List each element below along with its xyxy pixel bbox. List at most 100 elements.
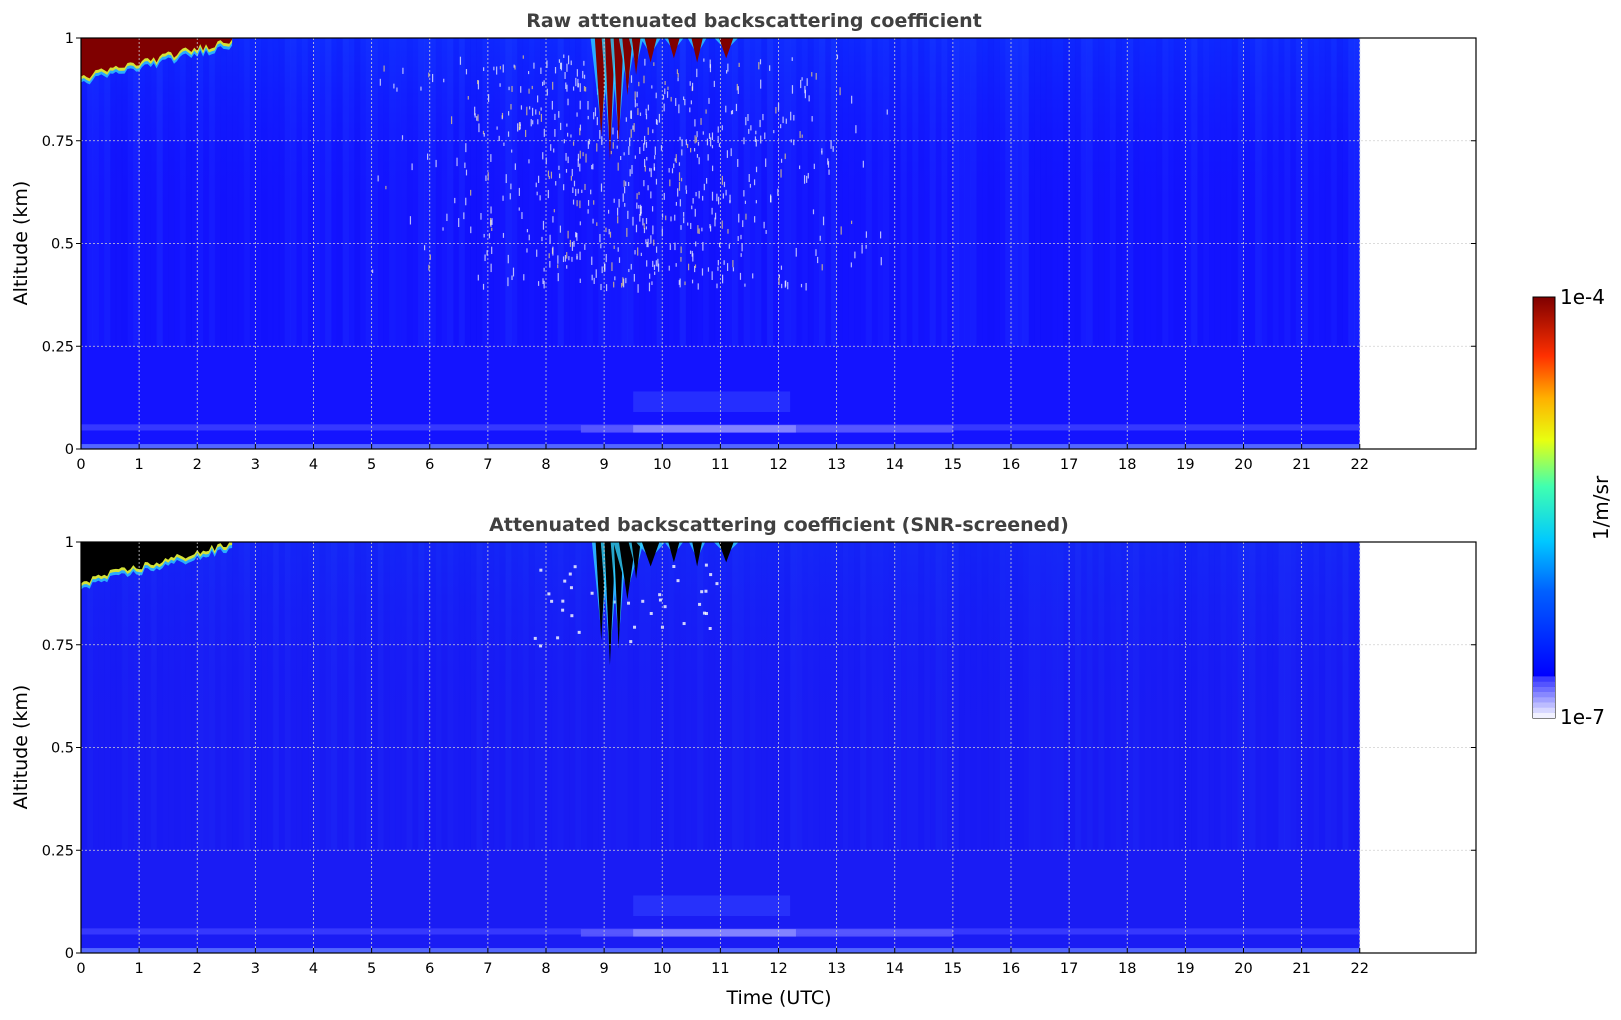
noise-speckle xyxy=(579,150,581,159)
noise-speckle xyxy=(532,120,534,125)
noise-speckle xyxy=(681,149,683,156)
noise-speckle xyxy=(706,138,709,146)
noise-speckle xyxy=(572,141,575,146)
heatmap-column xyxy=(1313,38,1319,346)
noise-speckle xyxy=(691,279,694,284)
heatmap-column xyxy=(952,38,960,347)
heatmap-column xyxy=(1121,542,1128,851)
noise-speckle xyxy=(443,78,445,83)
noise-speckle xyxy=(491,246,493,255)
noise-speckle xyxy=(379,78,381,86)
y-tick-label: 0.75 xyxy=(42,134,74,150)
noise-speckle xyxy=(793,114,795,121)
noise-speckle xyxy=(689,107,691,113)
x-tick-label: 10 xyxy=(653,961,671,977)
noise-speckle xyxy=(638,205,640,209)
noise-speckle xyxy=(749,183,751,188)
heatmap-column xyxy=(1046,542,1052,850)
noise-speckle xyxy=(643,180,645,187)
noise-speckle xyxy=(599,129,601,139)
heatmap-column xyxy=(1081,542,1087,850)
noise-speckle xyxy=(715,582,719,586)
noise-speckle xyxy=(470,189,472,196)
colorbar: 1e-4 1e-7 1/m/sr xyxy=(1532,285,1613,729)
noise-speckle xyxy=(738,213,740,223)
noise-speckle xyxy=(708,97,710,104)
heatmap-column xyxy=(162,38,169,347)
noise-speckle xyxy=(587,199,590,206)
heatmap-column xyxy=(1151,38,1157,346)
noise-speckle xyxy=(635,224,638,233)
noise-speckle xyxy=(709,573,713,577)
heatmap-column xyxy=(999,542,1006,851)
heatmap-column xyxy=(790,38,797,347)
heatmap-column xyxy=(1307,542,1313,850)
heatmap-column xyxy=(894,38,902,347)
noise-speckle xyxy=(576,69,578,77)
noise-speckle xyxy=(554,129,556,137)
heatmap-column xyxy=(749,38,756,347)
noise-speckle xyxy=(801,134,803,138)
heatmap-column xyxy=(708,542,716,851)
heatmap-column xyxy=(1116,542,1122,850)
noise-speckle xyxy=(585,86,587,92)
noise-speckle xyxy=(587,115,589,120)
noise-speckle xyxy=(673,163,675,169)
heatmap-column xyxy=(418,542,425,851)
heatmap-column xyxy=(371,38,378,347)
heatmap-column xyxy=(150,38,158,347)
noise-speckle xyxy=(632,216,634,226)
noise-speckle xyxy=(679,136,681,141)
noise-speckle xyxy=(612,127,614,135)
heatmap-column xyxy=(744,542,750,850)
noise-speckle xyxy=(559,225,561,233)
noise-speckle xyxy=(579,100,581,110)
noise-speckle xyxy=(618,198,620,208)
noise-speckle xyxy=(645,141,648,148)
heatmap-column xyxy=(958,38,965,347)
colorbar-step xyxy=(1533,686,1555,692)
x-tick-label: 22 xyxy=(1351,457,1369,473)
noise-speckle xyxy=(646,260,648,267)
noise-speckle xyxy=(454,197,456,204)
heatmap-column xyxy=(394,38,402,347)
heatmap-column xyxy=(180,542,186,850)
noise-speckle xyxy=(533,62,535,69)
heatmap-column xyxy=(476,38,483,347)
y-tick-label: 0.25 xyxy=(42,843,74,859)
noise-speckle xyxy=(750,125,752,131)
heatmap-column xyxy=(830,38,838,347)
panel-title: Attenuated backscattering coefficient (S… xyxy=(489,514,1069,536)
noise-speckle xyxy=(592,163,594,170)
noise-speckle xyxy=(730,148,732,157)
x-tick-label: 7 xyxy=(483,457,492,473)
noise-speckle xyxy=(687,263,690,271)
noise-speckle xyxy=(680,256,682,262)
noise-speckle xyxy=(502,195,504,201)
x-tick-label: 20 xyxy=(1234,961,1252,977)
heatmap-column xyxy=(470,542,477,851)
y-tick-label: 0.5 xyxy=(51,237,74,253)
heatmap-column xyxy=(1127,38,1134,347)
heatmap-column xyxy=(807,38,814,347)
heatmap-column xyxy=(924,542,930,850)
heatmap-column xyxy=(1011,542,1018,851)
heatmap-column xyxy=(1255,38,1262,347)
heatmap-column xyxy=(208,542,216,851)
heatmap-column xyxy=(93,542,99,850)
heatmap-column xyxy=(872,542,878,850)
noise-speckle xyxy=(520,105,523,110)
noise-speckle xyxy=(650,191,652,199)
heatmap-column xyxy=(128,38,134,346)
noise-speckle xyxy=(576,253,578,259)
colorbar-step xyxy=(1533,702,1555,708)
noise-speckle xyxy=(663,192,665,200)
noise-speckle xyxy=(587,101,589,110)
x-tick-label: 18 xyxy=(1118,457,1136,473)
noise-speckle xyxy=(401,135,404,140)
heatmap-column xyxy=(889,542,895,850)
heatmap-column xyxy=(377,542,384,851)
heatmap-column xyxy=(865,38,872,347)
heatmap-column xyxy=(115,542,123,851)
noise-speckle xyxy=(496,126,498,130)
